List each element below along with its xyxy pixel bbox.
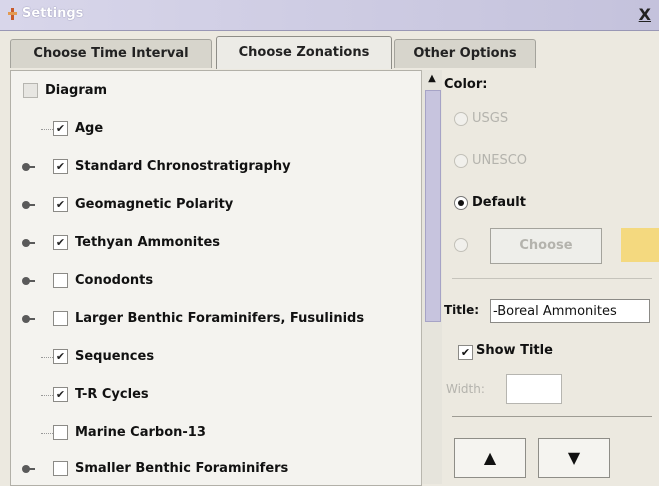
tree-item-geomagnetic-polarity[interactable]: ✔ Geomagnetic Polarity [11,194,411,216]
default-radio[interactable] [454,196,468,210]
marine-carbon-13-checkbox[interactable] [53,425,68,440]
tab-choose-time-interval[interactable]: Choose Time Interval [10,39,212,68]
title-label: Title: [444,303,480,317]
width-label: Width: [446,382,485,396]
options-pane: Color: USGS UNESCO Default Choose Title:… [442,70,659,484]
scroll-up-icon[interactable]: ▲ [424,72,440,86]
scroll-thumb[interactable] [425,90,441,322]
tree-item-label: Conodonts [75,273,154,288]
unesco-label: UNESCO [472,153,528,168]
tree-item-conodonts[interactable]: Conodonts [11,270,411,292]
color-label: Color: [444,77,488,92]
tree-item-tethyan-ammonites[interactable]: ✔ Tethyan Ammonites [11,232,411,254]
default-radio-row[interactable]: Default [454,192,634,214]
app-icon [8,8,17,20]
close-button[interactable]: X [639,5,651,24]
age-checkbox[interactable]: ✔ [53,121,68,136]
tree-item-tr-cycles[interactable]: ✔ T-R Cycles [11,384,411,406]
tree-item-label: Tethyan Ammonites [75,235,221,250]
conodonts-checkbox[interactable] [53,273,68,288]
move-down-button[interactable]: ▼ [538,438,610,478]
tree-item-label: Diagram [45,83,108,98]
usgs-radio-row[interactable]: USGS [454,108,634,130]
unesco-radio[interactable] [454,154,468,168]
unesco-radio-row[interactable]: UNESCO [454,150,634,172]
choose-color-button[interactable]: Choose [490,228,602,264]
tree-item-label: Age [75,121,104,136]
smaller-benthic-foraminifers-checkbox[interactable] [53,461,68,476]
show-title-label: Show Title [476,343,553,358]
tab-other-options[interactable]: Other Options [394,39,536,68]
usgs-radio[interactable] [454,112,468,126]
tree-item-label: Smaller Benthic Foraminifers [75,461,289,476]
usgs-label: USGS [472,111,509,126]
expand-icon[interactable] [21,198,35,212]
geomagnetic-polarity-checkbox[interactable]: ✔ [53,197,68,212]
expand-icon[interactable] [21,236,35,250]
tree-item-sequences[interactable]: ✔ Sequences [11,346,411,368]
tab-choose-zonations[interactable]: Choose Zonations [216,36,392,69]
tree-item-label: Sequences [75,349,155,364]
title-field[interactable]: -Boreal Ammonites [490,299,650,323]
width-field[interactable] [506,374,562,404]
tethyan-ammonites-checkbox[interactable]: ✔ [53,235,68,250]
tab-strip: Choose Time Interval Choose Zonations Ot… [0,31,659,69]
custom-color-radio[interactable] [454,238,468,252]
tr-cycles-checkbox[interactable]: ✔ [53,387,68,402]
sequences-checkbox[interactable]: ✔ [53,349,68,364]
expand-icon[interactable] [21,160,35,174]
tree-item-label: Standard Chronostratigraphy [75,159,291,174]
tree-item-label: Marine Carbon-13 [75,425,206,440]
expand-icon[interactable] [21,462,35,476]
tree-item-larger-benthic-foraminifers[interactable]: Larger Benthic Foraminifers, Fusulinids [11,308,411,330]
tree-item-marine-carbon-13[interactable]: Marine Carbon-13 [11,422,411,444]
move-up-button[interactable]: ▲ [454,438,526,478]
tree-item-label: Larger Benthic Foraminifers, Fusulinids [75,311,365,326]
tree-scrollbar[interactable]: ▲ [421,70,442,484]
standard-chronostratigraphy-checkbox[interactable]: ✔ [53,159,68,174]
larger-benthic-foraminifers-checkbox[interactable] [53,311,68,326]
tree-item-label: Geomagnetic Polarity [75,197,234,212]
color-swatch [621,228,659,262]
arrow-up-icon: ▲ [483,448,497,467]
diagram-checkbox[interactable] [23,83,38,98]
expand-icon[interactable] [21,312,35,326]
tree-root-diagram[interactable]: Diagram [11,80,411,102]
tree-item-standard-chronostratigraphy[interactable]: ✔ Standard Chronostratigraphy [11,156,411,178]
default-label: Default [472,195,526,210]
divider [452,416,652,417]
window-titlebar: Settings X [0,0,659,31]
divider [452,278,652,279]
show-title-checkbox[interactable]: ✔ [458,345,473,360]
arrow-down-icon: ▼ [567,448,581,467]
window-title: Settings [22,6,84,21]
tree-item-smaller-benthic-foraminifers[interactable]: Smaller Benthic Foraminifers [11,458,411,480]
expand-icon[interactable] [21,274,35,288]
zonation-tree: Diagram ✔ Age ✔ Standard Chronostratigra… [10,70,422,486]
tree-item-age[interactable]: ✔ Age [11,118,411,140]
tree-item-label: T-R Cycles [75,387,149,402]
